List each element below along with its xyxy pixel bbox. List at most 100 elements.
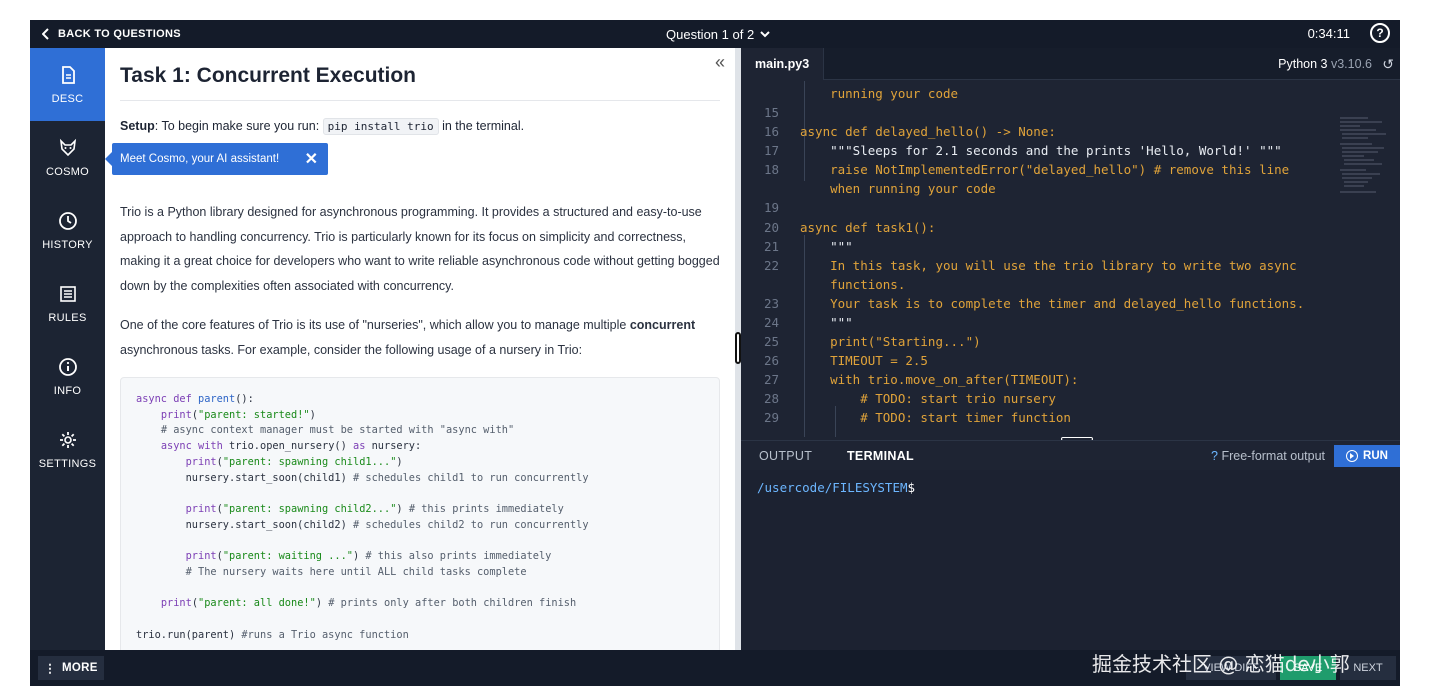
title-divider	[120, 100, 720, 101]
description-panel: « Task 1: Concurrent Execution Setup: To…	[105, 48, 735, 650]
paragraph-text: One of the core features of Trio is its …	[120, 318, 630, 332]
code-editor-panel: main.py3 Python 3 v3.10.6 ↺ running your…	[741, 48, 1400, 650]
sidebar-item-label: HISTORY	[42, 238, 93, 251]
line-number: 15	[763, 105, 779, 120]
line-number: 16	[763, 124, 779, 139]
language-selector[interactable]: Python 3 v3.10.6	[1278, 48, 1372, 80]
page-title: Task 1: Concurrent Execution	[120, 64, 417, 87]
chevron-down-icon	[760, 31, 770, 38]
editor-tabs: main.py3 Python 3 v3.10.6 ↺	[741, 48, 1400, 80]
close-icon[interactable]: ✕	[305, 149, 318, 169]
free-format-output-toggle[interactable]: ? Free-format output	[1211, 441, 1325, 471]
list-icon	[59, 285, 76, 302]
code-line: TIMEOUT = 2.5	[800, 353, 928, 368]
setup-label: Setup	[120, 119, 155, 133]
terminal-tabs: OUTPUT TERMINAL ? Free-format output RUN	[741, 440, 1400, 473]
setup-text-before: : To begin make sure you run:	[154, 119, 323, 133]
reset-icon[interactable]: ↺	[1382, 56, 1394, 73]
paragraph-nurseries: One of the core features of Trio is its …	[120, 313, 720, 362]
code-example: async def parent(): print("parent: start…	[120, 377, 720, 650]
line-number: 18	[763, 162, 779, 177]
code-line: functions.	[800, 277, 906, 292]
setup-text-after: in the terminal.	[438, 119, 525, 133]
code-line: """Sleeps for 2.1 seconds and the prints…	[800, 143, 1282, 158]
tab-output[interactable]: OUTPUT	[759, 441, 812, 471]
line-number: 27	[763, 372, 779, 387]
more-vertical-icon: ⋮	[44, 663, 57, 675]
gear-icon	[59, 431, 76, 448]
language-version: v3.10.6	[1330, 57, 1372, 71]
more-label: MORE	[62, 662, 98, 674]
run-button[interactable]: RUN	[1334, 445, 1400, 467]
line-number: 28	[763, 391, 779, 406]
tooltip-text: Meet Cosmo, your AI assistant!	[120, 153, 280, 165]
sidebar-item-info[interactable]: INFO	[30, 340, 105, 413]
question-selector[interactable]: Question 1 of 2	[666, 20, 770, 48]
sidebar-item-rules[interactable]: RULES	[30, 267, 105, 340]
paragraph-text: asynchronous tasks. For example, conside…	[120, 342, 583, 357]
help-icon[interactable]: ?	[1370, 23, 1390, 43]
line-number: 26	[763, 353, 779, 368]
code-line: async def task1():	[800, 220, 936, 235]
line-number: 29	[763, 410, 779, 425]
tab-main-py3[interactable]: main.py3	[741, 48, 825, 80]
collapse-panel-icon[interactable]: «	[715, 52, 725, 73]
sidebar-item-label: DESC	[51, 92, 84, 105]
code-line: """	[800, 239, 853, 254]
app-window: BACK TO QUESTIONS Question 1 of 2 0:34:1…	[30, 20, 1400, 686]
line-number: 21	[763, 239, 779, 254]
sidebar-item-label: RULES	[48, 311, 87, 324]
code-line: with trio.move_on_after(TIMEOUT):	[800, 372, 1079, 387]
cosmo-tooltip: Meet Cosmo, your AI assistant! ✕	[105, 143, 328, 175]
code-area[interactable]: running your code 15 16 async def delaye…	[741, 81, 1400, 437]
sidebar-item-history[interactable]: HISTORY	[30, 194, 105, 267]
code-line: when running your code	[800, 181, 996, 196]
document-icon	[61, 65, 75, 84]
chevron-left-icon	[42, 28, 49, 40]
setup-text: Setup: To begin make sure you run: pip i…	[120, 118, 525, 135]
code-line: running your code	[800, 86, 959, 101]
code-line: raise NotImplementedError("delayed_hello…	[800, 162, 1290, 177]
play-icon	[1346, 450, 1359, 462]
code-line: # TODO: start trio nursery	[800, 391, 1056, 406]
line-number: 25	[763, 334, 779, 349]
setup-code: pip install trio	[322, 118, 439, 135]
help-circle-icon: ?	[1211, 449, 1218, 463]
code-minimap[interactable]	[1338, 115, 1390, 205]
run-label: RUN	[1363, 450, 1388, 462]
sidebar-item-label: INFO	[53, 384, 82, 397]
code-line: Your task is to complete the timer and d…	[800, 296, 1305, 311]
paragraph-intro: Trio is a Python library designed for as…	[120, 205, 720, 293]
terminal-output[interactable]: /usercode/FILESYSTEM$	[741, 470, 1400, 650]
sidebar-item-desc[interactable]: DESC	[30, 48, 105, 121]
code-line: # TODO: start timer function	[800, 410, 1071, 425]
code-line: async def delayed_hello() -> None:	[800, 124, 1056, 139]
sidebar-item-settings[interactable]: SETTINGS	[30, 413, 105, 486]
sidebar-nav: DESC COSMO HISTORY RULES INFO SETTINGS	[30, 48, 105, 650]
clock-icon	[58, 211, 77, 230]
sidebar-item-cosmo[interactable]: COSMO	[30, 121, 105, 194]
sidebar-item-label: COSMO	[45, 165, 90, 178]
line-number: 24	[763, 315, 779, 330]
free-format-label: Free-format output	[1221, 449, 1325, 463]
more-button[interactable]: ⋮ MORE	[38, 656, 104, 680]
terminal-prompt-path: /usercode/FILESYSTEM	[757, 480, 908, 495]
line-number: 19	[763, 200, 779, 215]
timer: 0:34:11	[1307, 26, 1350, 41]
line-number: 22	[763, 258, 779, 273]
code-line: print("Starting...")	[800, 334, 981, 349]
tab-terminal[interactable]: TERMINAL	[847, 441, 914, 473]
back-to-questions-button[interactable]: BACK TO QUESTIONS	[42, 20, 181, 48]
sidebar-item-label: SETTINGS	[38, 457, 97, 470]
code-line: """	[800, 315, 853, 330]
watermark: 掘金技术社区 @ 恋猫de小郭	[1092, 652, 1350, 676]
language-name: Python 3	[1278, 57, 1328, 71]
line-number: 20	[763, 220, 779, 235]
code-line: In this task, you will use the trio libr…	[800, 258, 1297, 273]
back-label: BACK TO QUESTIONS	[58, 28, 181, 40]
terminal-prompt-symbol: $	[907, 480, 916, 495]
fox-icon	[59, 138, 76, 156]
line-number: 17	[763, 143, 779, 158]
top-bar: BACK TO QUESTIONS Question 1 of 2 0:34:1…	[30, 20, 1400, 48]
line-number: 23	[763, 296, 779, 311]
